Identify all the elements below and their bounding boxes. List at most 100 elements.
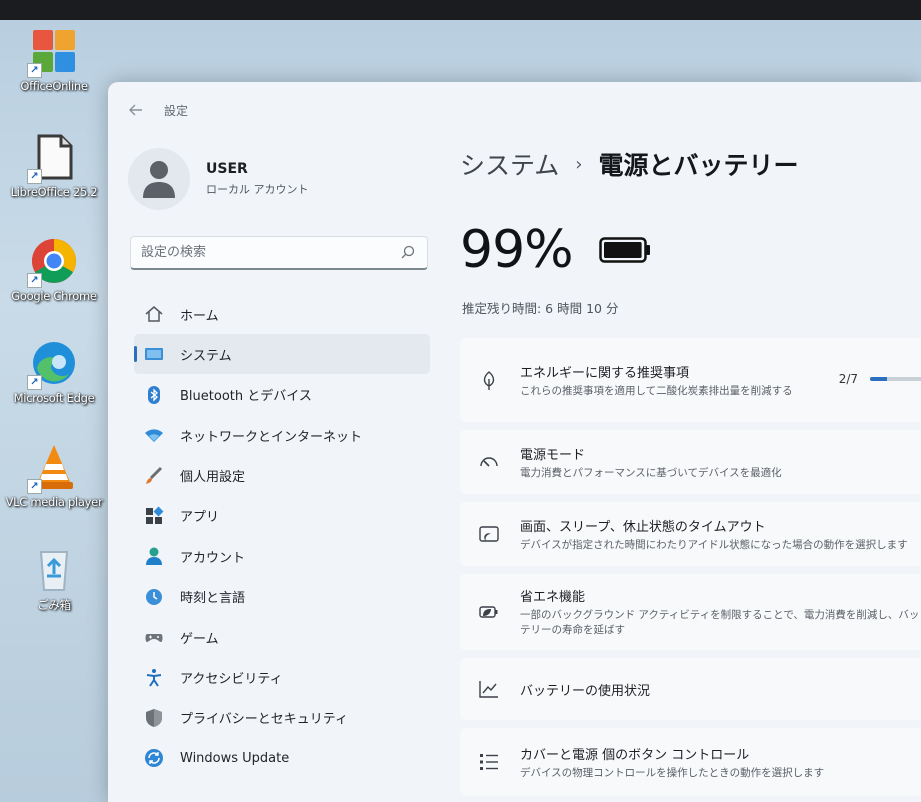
profile-name: USER	[206, 161, 248, 177]
sidebar-item-label: アカウント	[180, 550, 246, 566]
windows-update-icon	[144, 748, 164, 768]
user-profile[interactable]: USER ローカル アカウント	[128, 148, 309, 210]
progress-count: 2/7	[838, 372, 858, 386]
sidebar-item-label: 個人用設定	[180, 470, 246, 486]
sidebar-item-time-language[interactable]: 時刻と言語	[134, 577, 430, 617]
energy-saver-icon	[479, 606, 498, 618]
office-online-icon: ↗	[27, 26, 79, 78]
desktop-icon-recycle-bin[interactable]: ごみ箱	[2, 544, 106, 613]
power-mode-icon	[480, 457, 498, 467]
page-title: 電源とバッテリー	[598, 151, 799, 180]
back-button[interactable]	[124, 98, 148, 122]
desktop-icon-label: Google Chrome	[11, 289, 97, 303]
card-screen-sleep-timeout[interactable]: 画面、スリープ、休止状態のタイムアウト デバイスが指定された時間にわたりアイドル…	[460, 502, 921, 566]
sidebar-item-bluetooth[interactable]: Bluetooth とデバイス	[134, 375, 430, 415]
card-power-mode[interactable]: 電源モード 電力消費とパフォーマンスに基づいてデバイスを最適化	[460, 430, 921, 494]
card-description: これらの推奨事項を適用して二酸化炭素排出量を削減する	[520, 384, 793, 397]
card-energy-recommendations[interactable]: エネルギーに関する推奨事項 これらの推奨事項を適用して二酸化炭素排出量を削減する…	[460, 338, 921, 422]
card-title: バッテリーの使用状況	[520, 683, 651, 699]
shield-icon	[144, 708, 164, 728]
sidebar-item-system[interactable]: システム	[134, 334, 430, 375]
recycle-bin-icon	[29, 544, 79, 594]
sidebar-item-apps[interactable]: アプリ	[134, 496, 430, 536]
progress-bar	[870, 377, 921, 381]
desktop-icon-label: VLC media player	[5, 495, 103, 509]
desktop-icon-chrome[interactable]: ↗ Google Chrome	[2, 236, 106, 303]
sidebar-item-label: Windows Update	[180, 750, 290, 766]
desktop-icon-label: OfficeOnline	[20, 79, 88, 93]
accessibility-icon	[144, 668, 164, 688]
profile-account-type: ローカル アカウント	[206, 183, 309, 196]
sidebar-item-label: ゲーム	[180, 631, 219, 647]
title-bar: 設定	[108, 82, 921, 136]
leaf-icon	[483, 371, 495, 390]
sidebar-item-label: ネットワークとインターネット	[180, 429, 363, 445]
battery-percentage: 99%	[460, 220, 574, 280]
desktop-icon-vlc[interactable]: ↗ VLC media player	[2, 442, 106, 509]
breadcrumb-separator: ›	[575, 153, 583, 175]
breadcrumb: システム › 電源とバッテリー	[460, 146, 798, 182]
libreoffice-icon: ↗	[27, 132, 79, 184]
desktop-icon-edge[interactable]: ↗ Microsoft Edge	[2, 338, 106, 405]
progress-bar-fill	[870, 377, 888, 381]
shortcut-arrow-icon: ↗	[27, 479, 42, 494]
window-title: 設定	[164, 104, 189, 118]
system-icon	[144, 344, 164, 364]
sidebar-item-label: 時刻と言語	[180, 591, 246, 607]
sidebar-item-accounts[interactable]: アカウント	[134, 536, 430, 576]
sidebar-item-label: アプリ	[180, 510, 220, 526]
card-battery-usage[interactable]: バッテリーの使用状況	[460, 658, 921, 720]
gaming-icon	[144, 627, 164, 647]
card-energy-saver[interactable]: 省エネ機能 一部のバックグラウンド アクティビティを制限することで、電力消費を削…	[460, 574, 921, 650]
sidebar-item-label: システム	[180, 348, 232, 364]
button-controls-icon	[480, 754, 498, 770]
chrome-icon: ↗	[27, 236, 79, 288]
battery-status: 99%	[460, 220, 651, 280]
desktop-icon-office-online[interactable]: ↗ OfficeOnline	[2, 26, 106, 93]
sidebar-item-accessibility[interactable]: アクセシビリティ	[134, 658, 430, 698]
shortcut-arrow-icon: ↗	[27, 63, 42, 78]
breadcrumb-system-link[interactable]: システム	[460, 146, 559, 182]
sidebar-item-gaming[interactable]: ゲーム	[134, 617, 430, 657]
shortcut-arrow-icon: ↗	[27, 169, 42, 184]
desktop-icon-label: Microsoft Edge	[13, 391, 95, 405]
back-arrow-icon	[129, 104, 142, 116]
shortcut-arrow-icon: ↗	[27, 273, 42, 288]
settings-cards: エネルギーに関する推奨事項 これらの推奨事項を適用して二酸化炭素排出量を削減する…	[460, 338, 921, 802]
card-description: デバイスが指定された時間にわたりアイドル状態になった場合の動作を選択します	[520, 538, 908, 551]
search-icon[interactable]	[401, 245, 415, 259]
sidebar-item-label: ホーム	[180, 308, 219, 324]
user-icon	[143, 161, 175, 198]
sidebar-item-home[interactable]: ホーム	[134, 294, 430, 334]
edge-icon: ↗	[27, 338, 79, 390]
estimated-time-remaining: 推定残り時間: 6 時間 10 分	[462, 301, 619, 316]
battery-usage-icon	[479, 681, 498, 698]
sidebar-item-network[interactable]: ネットワークとインターネット	[134, 415, 430, 455]
card-button-controls[interactable]: カバーと電源 個のボタン コントロール デバイスの物理コントロールを操作したとき…	[460, 728, 921, 796]
desktop-icon-libreoffice[interactable]: ↗ LibreOffice 25.2	[2, 132, 106, 199]
search-box[interactable]	[130, 236, 428, 270]
card-title: 画面、スリープ、休止状態のタイムアウト	[520, 519, 766, 535]
sidebar-item-privacy-security[interactable]: プライバシーとセキュリティ	[134, 698, 430, 738]
search-input[interactable]	[131, 237, 381, 267]
desktop-icon-label: ごみ箱	[37, 598, 71, 612]
screen-sleep-icon	[479, 526, 499, 542]
sidebar-item-windows-update[interactable]: Windows Update	[134, 738, 430, 778]
vlc-icon: ↗	[27, 442, 79, 494]
card-description: デバイスの物理コントロールを操作したときの動作を選択します	[520, 766, 825, 779]
desktop: ↗ OfficeOnline ↗ LibreOffice 25.2 ↗ Goog…	[0, 20, 110, 802]
desktop-icon-label: LibreOffice 25.2	[10, 185, 98, 199]
sidebar-item-label: プライバシーとセキュリティ	[180, 712, 348, 728]
sidebar-item-personalization[interactable]: 個人用設定	[134, 456, 430, 496]
home-icon	[144, 304, 164, 324]
card-title: カバーと電源 個のボタン コントロール	[520, 747, 750, 763]
sidebar-item-label: アクセシビリティ	[180, 672, 283, 688]
shortcut-arrow-icon: ↗	[27, 375, 42, 390]
time-language-icon	[144, 587, 164, 607]
battery-icon	[598, 237, 650, 263]
apps-icon	[144, 506, 164, 526]
sidebar-item-label: Bluetooth とデバイス	[180, 389, 312, 405]
card-description: 一部のバックグラウンド アクティビティを制限することで、電力消費を削減し、バッテ…	[520, 609, 920, 636]
card-description: 電力消費とパフォーマンスに基づいてデバイスを最適化	[520, 466, 782, 479]
recommendation-progress: 2/7	[839, 372, 921, 386]
